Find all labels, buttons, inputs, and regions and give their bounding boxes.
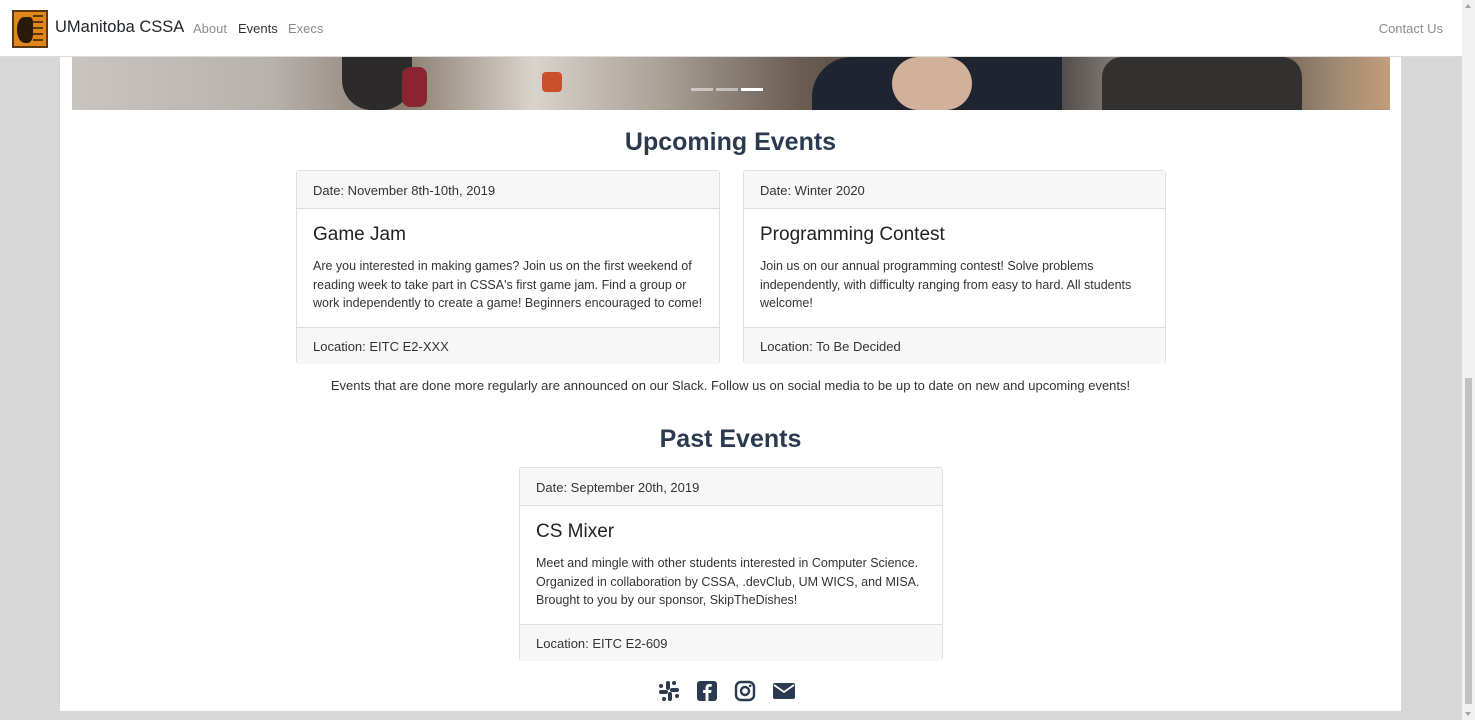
event-card-programming-contest: Date: Winter 2020 Programming Contest Jo…: [743, 170, 1166, 364]
page-scrollbar[interactable]: [1462, 0, 1475, 720]
event-location: Location: To Be Decided: [744, 327, 1165, 364]
photo-carousel[interactable]: [72, 57, 1390, 110]
carousel-indicator-1[interactable]: [691, 88, 713, 91]
social-links: [657, 679, 797, 703]
brand-link[interactable]: UManitoba CSSA: [55, 18, 184, 37]
email-icon[interactable]: [771, 679, 797, 703]
event-description: Meet and mingle with other students inte…: [536, 556, 920, 607]
navbar: UManitoba CSSA About Events Execs Contac…: [0, 0, 1462, 57]
scroll-up-icon[interactable]: [1465, 4, 1471, 8]
carousel-indicator-3[interactable]: [741, 88, 763, 91]
main-content: Upcoming Events Date: November 8th-10th,…: [60, 57, 1401, 711]
event-location: Location: EITC E2-609: [520, 624, 942, 661]
events-note: Events that are done more regularly are …: [330, 378, 1131, 393]
event-date: Date: Winter 2020: [744, 171, 1165, 209]
nav-events[interactable]: Events: [238, 21, 278, 36]
event-body: CS Mixer Meet and mingle with other stud…: [520, 506, 942, 624]
past-events-heading: Past Events: [659, 425, 802, 453]
nav-execs[interactable]: Execs: [288, 21, 323, 36]
nav-contact-us[interactable]: Contact Us: [1379, 21, 1443, 36]
event-title: CS Mixer: [536, 521, 615, 542]
cssa-logo[interactable]: [12, 10, 48, 48]
event-date: Date: November 8th-10th, 2019: [297, 171, 719, 209]
slack-icon[interactable]: [657, 679, 681, 703]
carousel-indicator-2[interactable]: [716, 88, 738, 91]
event-description: Are you interested in making games? Join…: [313, 259, 703, 310]
event-card-game-jam: Date: November 8th-10th, 2019 Game Jam A…: [296, 170, 720, 364]
logo-face-shape: [17, 17, 33, 43]
event-body: Programming Contest Join us on our annua…: [744, 209, 1165, 327]
event-body: Game Jam Are you interested in making ga…: [297, 209, 719, 327]
scrollbar-thumb[interactable]: [1465, 378, 1472, 704]
event-card-cs-mixer: Date: September 20th, 2019 CS Mixer Meet…: [519, 467, 943, 661]
nav-about[interactable]: About: [193, 21, 227, 36]
event-location: Location: EITC E2-XXX: [297, 327, 719, 364]
carousel-indicators: [691, 88, 763, 91]
event-date: Date: September 20th, 2019: [520, 468, 942, 506]
facebook-icon[interactable]: [695, 679, 719, 703]
instagram-icon[interactable]: [733, 679, 757, 703]
event-description: Join us on our annual programming contes…: [760, 259, 1132, 310]
logo-lettering: [33, 15, 43, 43]
upcoming-events-heading: Upcoming Events: [624, 128, 837, 156]
scroll-down-icon[interactable]: [1465, 712, 1471, 716]
event-title: Programming Contest: [760, 224, 945, 245]
event-title: Game Jam: [313, 224, 406, 245]
